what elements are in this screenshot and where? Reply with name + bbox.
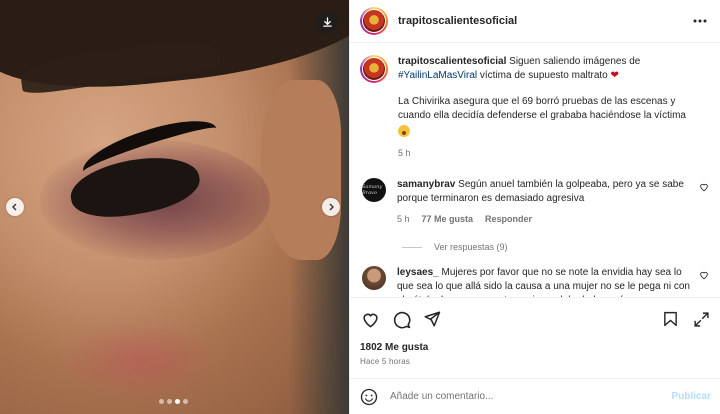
chevron-right-icon bbox=[329, 203, 334, 211]
caption-text-before: Siguen saliendo imágenes de bbox=[509, 56, 641, 67]
send-icon bbox=[424, 311, 441, 327]
add-comment-bar: Publicar bbox=[350, 378, 720, 414]
carousel-dot bbox=[183, 399, 188, 404]
reply-button[interactable]: Responder bbox=[485, 212, 532, 226]
post-caption: trapitoscalientesoficial Siguen saliendo… bbox=[360, 55, 711, 160]
carousel-prev-button[interactable] bbox=[6, 198, 24, 216]
caption-time: 5 h bbox=[398, 148, 411, 158]
caption-body: trapitoscalientesoficial Siguen saliendo… bbox=[398, 55, 698, 160]
comment-likes[interactable]: 77 Me gusta bbox=[422, 212, 474, 226]
caption-paragraph: La Chivirika asegura que el 69 borró pru… bbox=[398, 95, 698, 140]
caption-text-after: víctima de supuesto maltrato bbox=[477, 70, 611, 81]
like-button[interactable] bbox=[360, 309, 380, 329]
chevron-left-icon bbox=[12, 203, 17, 211]
image-ear bbox=[261, 80, 341, 260]
view-replies-button[interactable]: Ver respuestas (9) bbox=[402, 242, 711, 252]
post-time: Hace 5 horas bbox=[360, 357, 410, 366]
commenter-avatar[interactable]: Samany Bravo bbox=[362, 178, 386, 202]
comments-list[interactable]: trapitoscalientesoficial Siguen saliendo… bbox=[350, 43, 720, 297]
carousel-dot bbox=[167, 399, 172, 404]
carousel-dot bbox=[175, 399, 180, 404]
surprised-emoji-icon bbox=[398, 125, 410, 137]
heart-icon bbox=[362, 313, 378, 328]
likes-count[interactable]: 1802 Me gusta bbox=[360, 342, 711, 353]
caption-hashtag[interactable]: #YailinLaMasViral bbox=[398, 70, 477, 81]
comment-body: leysaes_ Mujeres por favor que no se not… bbox=[397, 266, 697, 297]
expand-icon bbox=[693, 311, 709, 327]
carousel-dot bbox=[159, 399, 164, 404]
post-image[interactable] bbox=[0, 0, 349, 414]
commenter-username[interactable]: samanybrav bbox=[397, 179, 455, 190]
author-username[interactable]: trapitoscalientesoficial bbox=[398, 15, 517, 27]
comment-body: samanybrav Según anuel también la golpea… bbox=[397, 178, 697, 226]
carousel-next-button[interactable] bbox=[322, 198, 340, 216]
bookmark-icon bbox=[663, 311, 677, 327]
caption-avatar[interactable] bbox=[360, 55, 388, 83]
commenter-avatar[interactable] bbox=[362, 266, 386, 290]
publish-button[interactable]: Publicar bbox=[672, 391, 711, 402]
post-header: trapitoscalientesoficial bbox=[350, 0, 720, 43]
action-row bbox=[360, 308, 711, 330]
author-avatar[interactable] bbox=[360, 7, 388, 35]
caption-paragraph-text: La Chivirika asegura que el 69 borró pru… bbox=[398, 96, 686, 121]
comment-text: Mujeres por favor que no se note la envi… bbox=[397, 267, 690, 297]
heart-icon[interactable] bbox=[699, 270, 709, 280]
comment-item: leysaes_ Mujeres por favor que no se not… bbox=[360, 266, 711, 297]
share-button[interactable] bbox=[422, 309, 442, 329]
comment-button[interactable] bbox=[391, 309, 411, 329]
comment-input[interactable] bbox=[390, 391, 672, 402]
heart-emoji-icon: ❤ bbox=[610, 70, 619, 81]
comment-item: Samany Bravo samanybrav Según anuel tamb… bbox=[360, 178, 711, 226]
view-replies-label: Ver respuestas (9) bbox=[434, 242, 508, 252]
image-cheek bbox=[60, 320, 220, 400]
download-icon bbox=[322, 16, 332, 27]
avatar-logo-text: Samany Bravo bbox=[362, 184, 383, 196]
more-options-button[interactable] bbox=[691, 12, 709, 30]
carousel-dots bbox=[159, 399, 188, 404]
comment-icon bbox=[393, 311, 410, 328]
post-side-panel: trapitoscalientesoficial trapitoscalient… bbox=[349, 0, 720, 414]
replies-line bbox=[402, 246, 422, 248]
caption-username[interactable]: trapitoscalientesoficial bbox=[398, 56, 506, 67]
heart-icon[interactable] bbox=[699, 182, 709, 192]
download-button[interactable] bbox=[316, 11, 338, 33]
comment-time: 5 h bbox=[397, 214, 410, 224]
comment-meta: 5 h 77 Me gusta Responder bbox=[397, 212, 697, 226]
emoji-icon[interactable] bbox=[360, 388, 378, 406]
expand-button[interactable] bbox=[691, 309, 711, 329]
more-icon bbox=[693, 19, 707, 23]
post-actions: 1802 Me gusta Hace 5 horas bbox=[350, 297, 720, 366]
commenter-username[interactable]: leysaes_ bbox=[397, 267, 439, 278]
save-button[interactable] bbox=[660, 309, 680, 329]
